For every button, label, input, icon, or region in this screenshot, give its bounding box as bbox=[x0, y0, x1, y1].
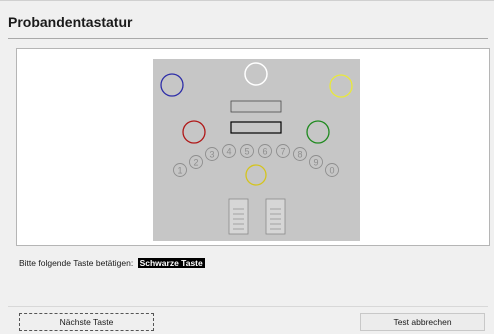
number-key-0[interactable]: 0 bbox=[325, 163, 339, 177]
number-key-7[interactable]: 7 bbox=[276, 144, 290, 158]
target-key-label: Schwarze Taste bbox=[137, 258, 205, 268]
number-key-6[interactable]: 6 bbox=[258, 144, 272, 158]
pedal-right[interactable] bbox=[265, 198, 286, 235]
number-key-3[interactable]: 3 bbox=[205, 147, 219, 161]
number-key-label: 7 bbox=[280, 147, 285, 157]
circle-key-middle-right-green[interactable] bbox=[306, 120, 330, 144]
cancel-test-button[interactable]: Test abbrechen bbox=[360, 313, 485, 331]
rect-key-grey[interactable] bbox=[230, 100, 282, 113]
circle-key-bottom-yellow[interactable] bbox=[245, 164, 267, 186]
number-keys: 1 2 3 4 5 6 7 8 9 0 bbox=[173, 144, 339, 177]
circle-key-top-right-yellow[interactable] bbox=[329, 74, 353, 98]
pedal-left[interactable] bbox=[228, 198, 249, 235]
instruction-prompt: Bitte folgende Taste betätigen: bbox=[19, 258, 134, 268]
subject-keyboard: 1 2 3 4 5 6 7 8 9 0 bbox=[153, 59, 360, 241]
next-key-button[interactable]: Nächste Taste bbox=[19, 313, 154, 331]
number-key-label: 9 bbox=[313, 158, 318, 168]
footer-divider bbox=[8, 306, 488, 307]
number-key-1[interactable]: 1 bbox=[173, 163, 187, 177]
number-key-8[interactable]: 8 bbox=[293, 147, 307, 161]
number-key-label: 5 bbox=[244, 147, 249, 157]
circle-key-top-left-blue[interactable] bbox=[160, 73, 184, 97]
number-key-label: 1 bbox=[177, 166, 182, 176]
number-key-9[interactable]: 9 bbox=[309, 155, 323, 169]
number-key-4[interactable]: 4 bbox=[222, 144, 236, 158]
number-key-2[interactable]: 2 bbox=[189, 155, 203, 169]
circle-key-middle-left-red[interactable] bbox=[182, 120, 206, 144]
circle-key-top-white[interactable] bbox=[244, 62, 268, 86]
instruction-line: Bitte folgende Taste betätigen: Schwarze… bbox=[19, 258, 205, 268]
keyboard-diagram: 1 2 3 4 5 6 7 8 9 0 bbox=[160, 62, 353, 235]
number-key-label: 3 bbox=[209, 150, 214, 160]
window-top-edge bbox=[0, 0, 494, 4]
number-key-label: 6 bbox=[262, 147, 267, 157]
number-key-label: 4 bbox=[226, 147, 231, 157]
number-key-label: 2 bbox=[193, 158, 198, 168]
rect-key-black[interactable] bbox=[230, 121, 282, 134]
number-key-label: 0 bbox=[329, 166, 334, 176]
number-key-label: 8 bbox=[297, 150, 302, 160]
title-divider bbox=[8, 38, 488, 39]
page-title: Probandentastatur bbox=[8, 14, 133, 30]
number-key-5[interactable]: 5 bbox=[240, 144, 254, 158]
